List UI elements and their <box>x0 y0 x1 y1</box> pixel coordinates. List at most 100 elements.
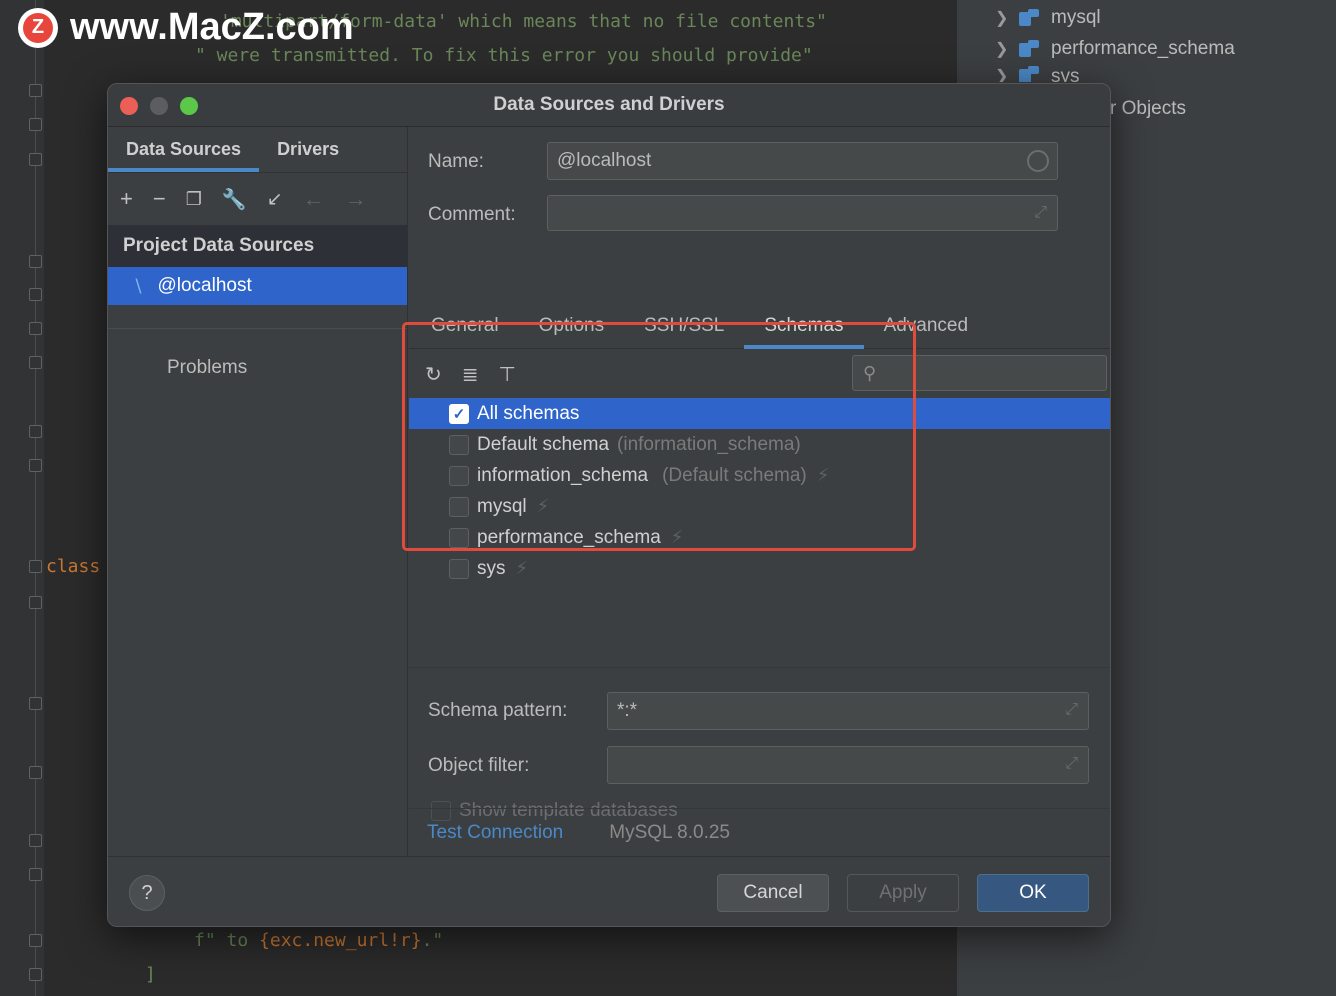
expand-icon[interactable]: ⤢ <box>1065 755 1078 773</box>
data-source-item-localhost[interactable]: ∖ @localhost <box>108 267 407 305</box>
schema-pattern-field[interactable]: *:* ⤢ <box>607 692 1089 730</box>
checkbox[interactable]: ✓ <box>449 403 469 424</box>
objects-label: r Objects <box>1110 98 1187 119</box>
plus-icon[interactable]: + <box>120 186 133 212</box>
tab-ssh-ssl[interactable]: SSH/SSL <box>624 303 744 348</box>
name-field[interactable]: @localhost <box>547 142 1058 180</box>
tab-data-sources[interactable]: Data Sources <box>108 127 260 172</box>
checkbox[interactable] <box>449 527 469 548</box>
schema-pattern-label: Schema pattern: <box>428 700 568 721</box>
duplicate-icon[interactable]: ❐ <box>186 189 202 210</box>
driver-version: MySQL 8.0.25 <box>609 821 730 843</box>
wrench-icon[interactable]: 🔧 <box>222 187 247 212</box>
left-tabs: Data Sources Drivers <box>108 127 407 173</box>
checkbox[interactable] <box>449 558 469 579</box>
zoom-window-button[interactable] <box>180 97 198 115</box>
settings-tabs: General Options SSH/SSL Schemas Advanced <box>409 303 1110 349</box>
test-connection-row: Test Connection MySQL 8.0.25 <box>409 808 1110 856</box>
fold-marker[interactable] <box>29 84 42 97</box>
expand-all-icon[interactable]: ≣ <box>462 362 479 387</box>
schema-row-performance-schema[interactable]: performance_schema ⚡︎ <box>409 522 1110 553</box>
schema-label: sys <box>477 557 506 579</box>
help-button[interactable]: ? <box>129 875 165 911</box>
tab-advanced[interactable]: Advanced <box>864 303 989 348</box>
comment-field[interactable]: ⤢ <box>547 195 1058 231</box>
checkbox[interactable] <box>449 434 469 455</box>
left-toolbar: + − ❐ 🔧 ↙ ← → <box>108 173 407 225</box>
tab-schemas[interactable]: Schemas <box>744 303 864 349</box>
fold-marker[interactable] <box>29 153 42 166</box>
tab-drivers[interactable]: Drivers <box>259 127 357 172</box>
chevron-right-icon[interactable]: ❯ <box>995 39 1019 59</box>
dialog-titlebar[interactable]: Data Sources and Drivers <box>108 84 1110 127</box>
right-pane: Name: @localhost Comment: ⤢ General Opti… <box>409 127 1110 856</box>
cancel-button[interactable]: Cancel <box>717 874 829 912</box>
color-circle-icon[interactable] <box>1027 150 1049 172</box>
code-bracket: ] <box>145 964 156 985</box>
fold-marker[interactable] <box>29 356 42 369</box>
expand-icon[interactable]: ⤢ <box>1034 204 1047 222</box>
fold-marker[interactable] <box>29 596 42 609</box>
bolt-icon: ⚡︎ <box>536 496 550 516</box>
comment-label: Comment: <box>428 204 516 225</box>
expand-icon[interactable]: ⤢ <box>1065 701 1078 719</box>
chevron-right-icon[interactable]: ❯ <box>995 66 1019 82</box>
test-connection-link[interactable]: Test Connection <box>427 822 563 844</box>
refresh-icon[interactable]: ↻ <box>425 362 442 387</box>
schema-row-all[interactable]: ✓ All schemas <box>409 398 1110 429</box>
collapse-all-icon[interactable]: ⊤ <box>499 362 516 387</box>
fold-marker[interactable] <box>29 322 42 335</box>
mysql-icon: ∖ <box>132 275 144 296</box>
fold-marker[interactable] <box>29 834 42 847</box>
object-filter-field[interactable]: ⤢ <box>607 746 1089 784</box>
tree-item-mysql[interactable]: ❯ mysql <box>995 4 1101 32</box>
code-expression: {exc.new_url!r} <box>259 930 422 951</box>
minus-icon[interactable]: − <box>153 186 166 212</box>
fold-marker[interactable] <box>29 288 42 301</box>
chevron-right-icon[interactable]: ❯ <box>995 8 1019 28</box>
schema-search-input[interactable]: ⚲ <box>852 355 1107 391</box>
fold-marker[interactable] <box>29 425 42 438</box>
tree-item-sys[interactable]: ❯ sys <box>995 66 1080 82</box>
tab-general[interactable]: General <box>411 303 519 348</box>
watermark-logo: Z <box>18 7 58 48</box>
close-window-button[interactable] <box>120 97 138 115</box>
checkbox[interactable] <box>449 496 469 517</box>
schema-row-default[interactable]: Default schema (information_schema) <box>409 429 1110 460</box>
dialog-button-bar: ? Cancel Apply OK <box>108 856 1110 926</box>
fold-marker[interactable] <box>29 118 42 131</box>
arrow-left-icon[interactable]: ← <box>303 186 325 212</box>
fold-marker[interactable] <box>29 934 42 947</box>
fold-marker[interactable] <box>29 868 42 881</box>
ok-button[interactable]: OK <box>977 874 1089 912</box>
fold-marker[interactable] <box>29 697 42 710</box>
schema-row-mysql[interactable]: mysql ⚡︎ <box>409 491 1110 522</box>
checkbox[interactable] <box>449 465 469 486</box>
schema-row-sys[interactable]: sys ⚡︎ <box>409 553 1110 584</box>
apply-button[interactable]: Apply <box>847 874 959 912</box>
schema-label: All schemas <box>477 402 580 424</box>
class-keyword: class <box>46 556 101 577</box>
object-filter-label: Object filter: <box>428 755 530 776</box>
fold-marker[interactable] <box>29 968 42 981</box>
schema-label: performance_schema <box>477 526 661 548</box>
tree-item-performance-schema[interactable]: ❯ performance_schema <box>995 35 1235 63</box>
schema-label: mysql <box>477 495 527 517</box>
fold-marker[interactable] <box>29 560 42 573</box>
import-icon[interactable]: ↙ <box>267 188 283 211</box>
tree-item-label: mysql <box>1051 7 1101 28</box>
fold-marker[interactable] <box>29 255 42 268</box>
fold-marker[interactable] <box>29 766 42 779</box>
bolt-icon: ⚡︎ <box>816 465 830 485</box>
data-source-label: @localhost <box>157 275 252 296</box>
watermark-text: www.MacZ.com <box>70 6 354 48</box>
dialog-title: Data Sources and Drivers <box>493 94 725 115</box>
minimize-window-button[interactable] <box>150 97 168 115</box>
problems-item[interactable]: Problems <box>108 357 407 379</box>
fold-marker[interactable] <box>29 459 42 472</box>
arrow-right-icon[interactable]: → <box>345 186 367 212</box>
code-fstring: f" to <box>194 930 260 951</box>
tab-options[interactable]: Options <box>519 303 624 348</box>
schema-row-information-schema[interactable]: information_schema (Default schema) ⚡︎ <box>409 460 1110 491</box>
divider <box>108 328 407 329</box>
